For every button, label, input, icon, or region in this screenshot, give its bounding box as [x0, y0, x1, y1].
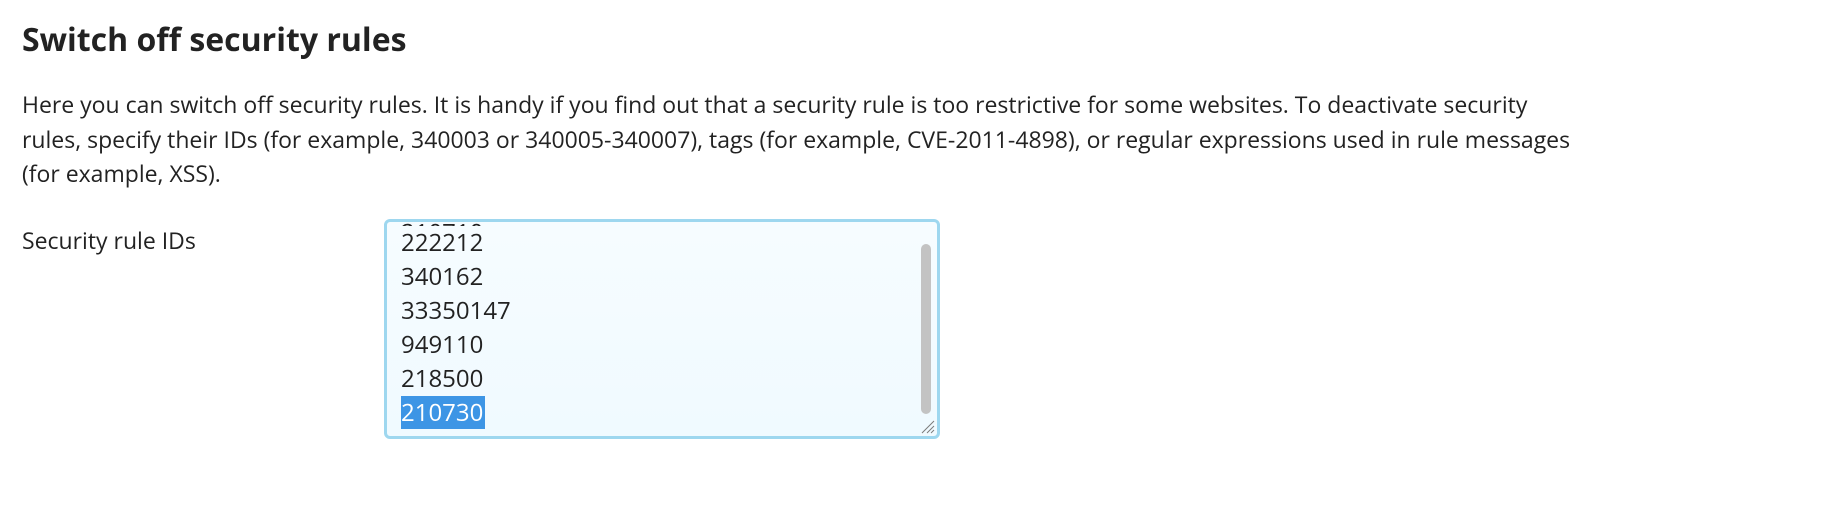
- resize-handle-icon[interactable]: [919, 418, 935, 434]
- textarea-line: 340162: [401, 260, 923, 294]
- security-rule-ids-row: Security rule IDs 210710 222212 340162 3…: [22, 219, 1824, 439]
- page-description: Here you can switch off security rules. …: [22, 87, 1592, 191]
- textarea-line: 218500: [401, 362, 923, 396]
- page-title: Switch off security rules: [22, 18, 1824, 61]
- textarea-line-selected: 210730: [401, 396, 923, 430]
- scrollbar-thumb[interactable]: [921, 244, 931, 414]
- textarea-line: 949110: [401, 328, 923, 362]
- textarea-line: 210710: [401, 219, 923, 226]
- textarea-line: 33350147: [401, 294, 923, 328]
- textarea-line: 222212: [401, 226, 923, 260]
- security-rule-ids-label: Security rule IDs: [22, 219, 384, 258]
- scrollbar[interactable]: [921, 244, 931, 414]
- security-rule-ids-input[interactable]: 210710 222212 340162 33350147 949110 218…: [384, 219, 940, 439]
